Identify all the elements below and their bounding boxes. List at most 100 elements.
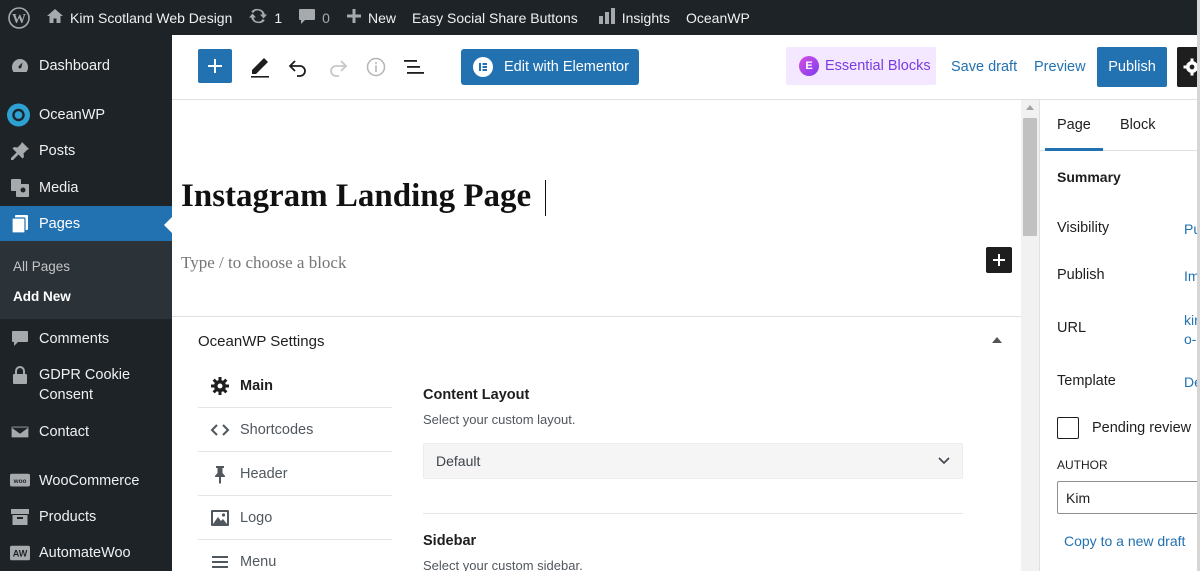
content-layout-select[interactable]: Default <box>423 443 963 479</box>
admin-bar-site[interactable]: Kim Scotland Web Design <box>36 0 240 35</box>
sidebar-item-media[interactable]: Media <box>0 178 172 198</box>
plus-icon <box>208 59 222 73</box>
sidebar-item-dashboard[interactable]: Dashboard <box>0 56 172 76</box>
sidebar-item-comments[interactable]: Comments <box>0 329 172 349</box>
essential-blocks-label: Essential Blocks <box>825 58 931 74</box>
visibility-label: Visibility <box>1057 220 1110 236</box>
settings-sidebar-tabs: Page Block <box>1040 100 1200 151</box>
sidebar-item-woocommerce[interactable]: woo WooCommerce <box>0 471 172 491</box>
content-layout-value: Default <box>436 453 481 469</box>
sidebar-item-posts[interactable]: Posts <box>0 141 172 161</box>
active-menu-arrow <box>164 217 172 233</box>
redo-icon <box>330 60 348 77</box>
admin-bar-insights[interactable]: Insights <box>586 0 678 35</box>
oceanwp-settings-title[interactable]: OceanWP Settings <box>198 333 324 350</box>
admin-bar-social-share[interactable]: Easy Social Share Buttons <box>404 0 586 35</box>
active-tab-indicator <box>1045 148 1103 151</box>
edit-with-elementor-button[interactable]: Edit with Elementor <box>461 49 639 85</box>
tab-label: Header <box>240 465 288 482</box>
url-label: URL <box>1057 320 1087 336</box>
updates-count: 1 <box>274 9 283 26</box>
admin-sidebar: Dashboard OceanWP Posts Media Pages All … <box>0 35 172 571</box>
comment-icon <box>10 329 30 349</box>
tab-block[interactable]: Block <box>1120 117 1155 133</box>
pending-review-label[interactable]: Pending review <box>1092 420 1191 436</box>
sidebar-item-automatewoo[interactable]: AW AutomateWoo <box>0 543 172 563</box>
tab-main[interactable]: Main <box>198 364 392 408</box>
chevron-down-icon <box>938 457 950 465</box>
tab-shortcodes[interactable]: Shortcodes <box>198 408 392 452</box>
refresh-icon <box>248 7 268 28</box>
wordpress-logo-icon[interactable]: W <box>0 0 36 35</box>
submenu-add-new[interactable]: Add New <box>13 289 71 304</box>
publish-button[interactable]: Publish <box>1097 47 1167 87</box>
sidebar-item-gdpr[interactable]: GDPR Cookie Consent <box>0 365 172 405</box>
sidebar-label: GDPR Cookie Consent <box>39 367 131 403</box>
tab-header[interactable]: Header <box>198 452 392 496</box>
admin-bar-oceanwp[interactable]: OceanWP <box>678 0 758 35</box>
tab-label: Logo <box>240 509 273 526</box>
sidebar-label: AutomateWoo <box>39 545 131 561</box>
summary-heading[interactable]: Summary <box>1057 169 1121 185</box>
author-field[interactable]: Kim <box>1057 481 1200 514</box>
sidebar-label: Sidebar <box>423 533 477 549</box>
publish-label: Publish <box>1057 267 1105 283</box>
insights-label: Insights <box>621 9 670 26</box>
svg-text:woo: woo <box>13 478 27 485</box>
preview-button[interactable]: Preview <box>1034 59 1086 75</box>
url-value-line-2[interactable]: o- <box>1184 331 1196 347</box>
block-inserter-button[interactable] <box>198 49 232 83</box>
details-button[interactable] <box>364 55 388 79</box>
scroll-up-arrow-icon[interactable] <box>1026 105 1034 110</box>
list-view-button[interactable] <box>402 55 426 79</box>
inline-inserter-button[interactable] <box>986 247 1012 273</box>
sidebar-item-contact[interactable]: Contact <box>0 422 172 442</box>
divider <box>423 513 963 514</box>
undo-button[interactable] <box>286 55 310 79</box>
plus-icon <box>346 8 362 27</box>
canvas-scrollbar[interactable] <box>1021 100 1039 571</box>
panel-collapse-arrow-icon[interactable] <box>992 337 1002 343</box>
comment-icon <box>298 8 316 28</box>
block-placeholder[interactable]: Type / to choose a block <box>181 253 346 273</box>
sidebar-item-oceanwp[interactable]: OceanWP <box>0 103 172 127</box>
post-title[interactable]: Instagram Landing Page <box>181 178 531 215</box>
text-caret <box>545 180 546 216</box>
admin-bar-comments[interactable]: 0 <box>290 0 338 35</box>
pencil-icon <box>251 58 269 78</box>
pushpin-icon <box>10 141 30 161</box>
copy-to-new-draft-link[interactable]: Copy to a new draft <box>1064 533 1185 549</box>
oceanwp-icon <box>7 103 30 127</box>
redo-button[interactable] <box>326 55 350 79</box>
content-layout-description: Select your custom layout. <box>423 412 576 427</box>
tab-logo[interactable]: Logo <box>198 496 392 540</box>
sidebar-label: Pages <box>39 216 81 232</box>
tab-label: Shortcodes <box>240 421 314 438</box>
home-icon <box>46 8 64 27</box>
oceanwp-settings-panel: OceanWP Settings Main Shortcodes Header … <box>172 316 1021 571</box>
admin-bar: W Kim Scotland Web Design 1 0 New Easy S… <box>0 0 1200 35</box>
sidebar-item-products[interactable]: Products <box>0 507 172 527</box>
woocommerce-icon: woo <box>10 471 30 491</box>
admin-bar-updates[interactable]: 1 <box>240 0 290 35</box>
pending-review-checkbox[interactable] <box>1057 417 1079 439</box>
submenu-all-pages[interactable]: All Pages <box>13 259 70 274</box>
editor-canvas: Instagram Landing Page Type / to choose … <box>172 100 1021 571</box>
tab-page[interactable]: Page <box>1057 117 1091 133</box>
plus-icon <box>993 254 1005 266</box>
author-value: Kim <box>1066 489 1091 506</box>
bar-chart-icon <box>598 8 616 27</box>
pages-submenu: All Pages Add New <box>0 241 172 319</box>
essential-blocks-button[interactable]: E Essential Blocks <box>786 47 936 85</box>
essential-blocks-icon: E <box>799 56 819 76</box>
admin-bar-new[interactable]: New <box>338 0 404 35</box>
save-draft-button[interactable]: Save draft <box>951 59 1017 75</box>
envelope-icon <box>10 422 30 442</box>
social-share-label: Easy Social Share Buttons <box>411 9 578 26</box>
scroll-thumb[interactable] <box>1023 118 1037 236</box>
tab-menu[interactable]: Menu <box>198 540 392 571</box>
template-label: Template <box>1057 373 1116 389</box>
sidebar-item-pages[interactable]: Pages <box>0 206 172 242</box>
pages-icon <box>10 214 30 234</box>
edit-tool-button[interactable] <box>248 55 272 79</box>
